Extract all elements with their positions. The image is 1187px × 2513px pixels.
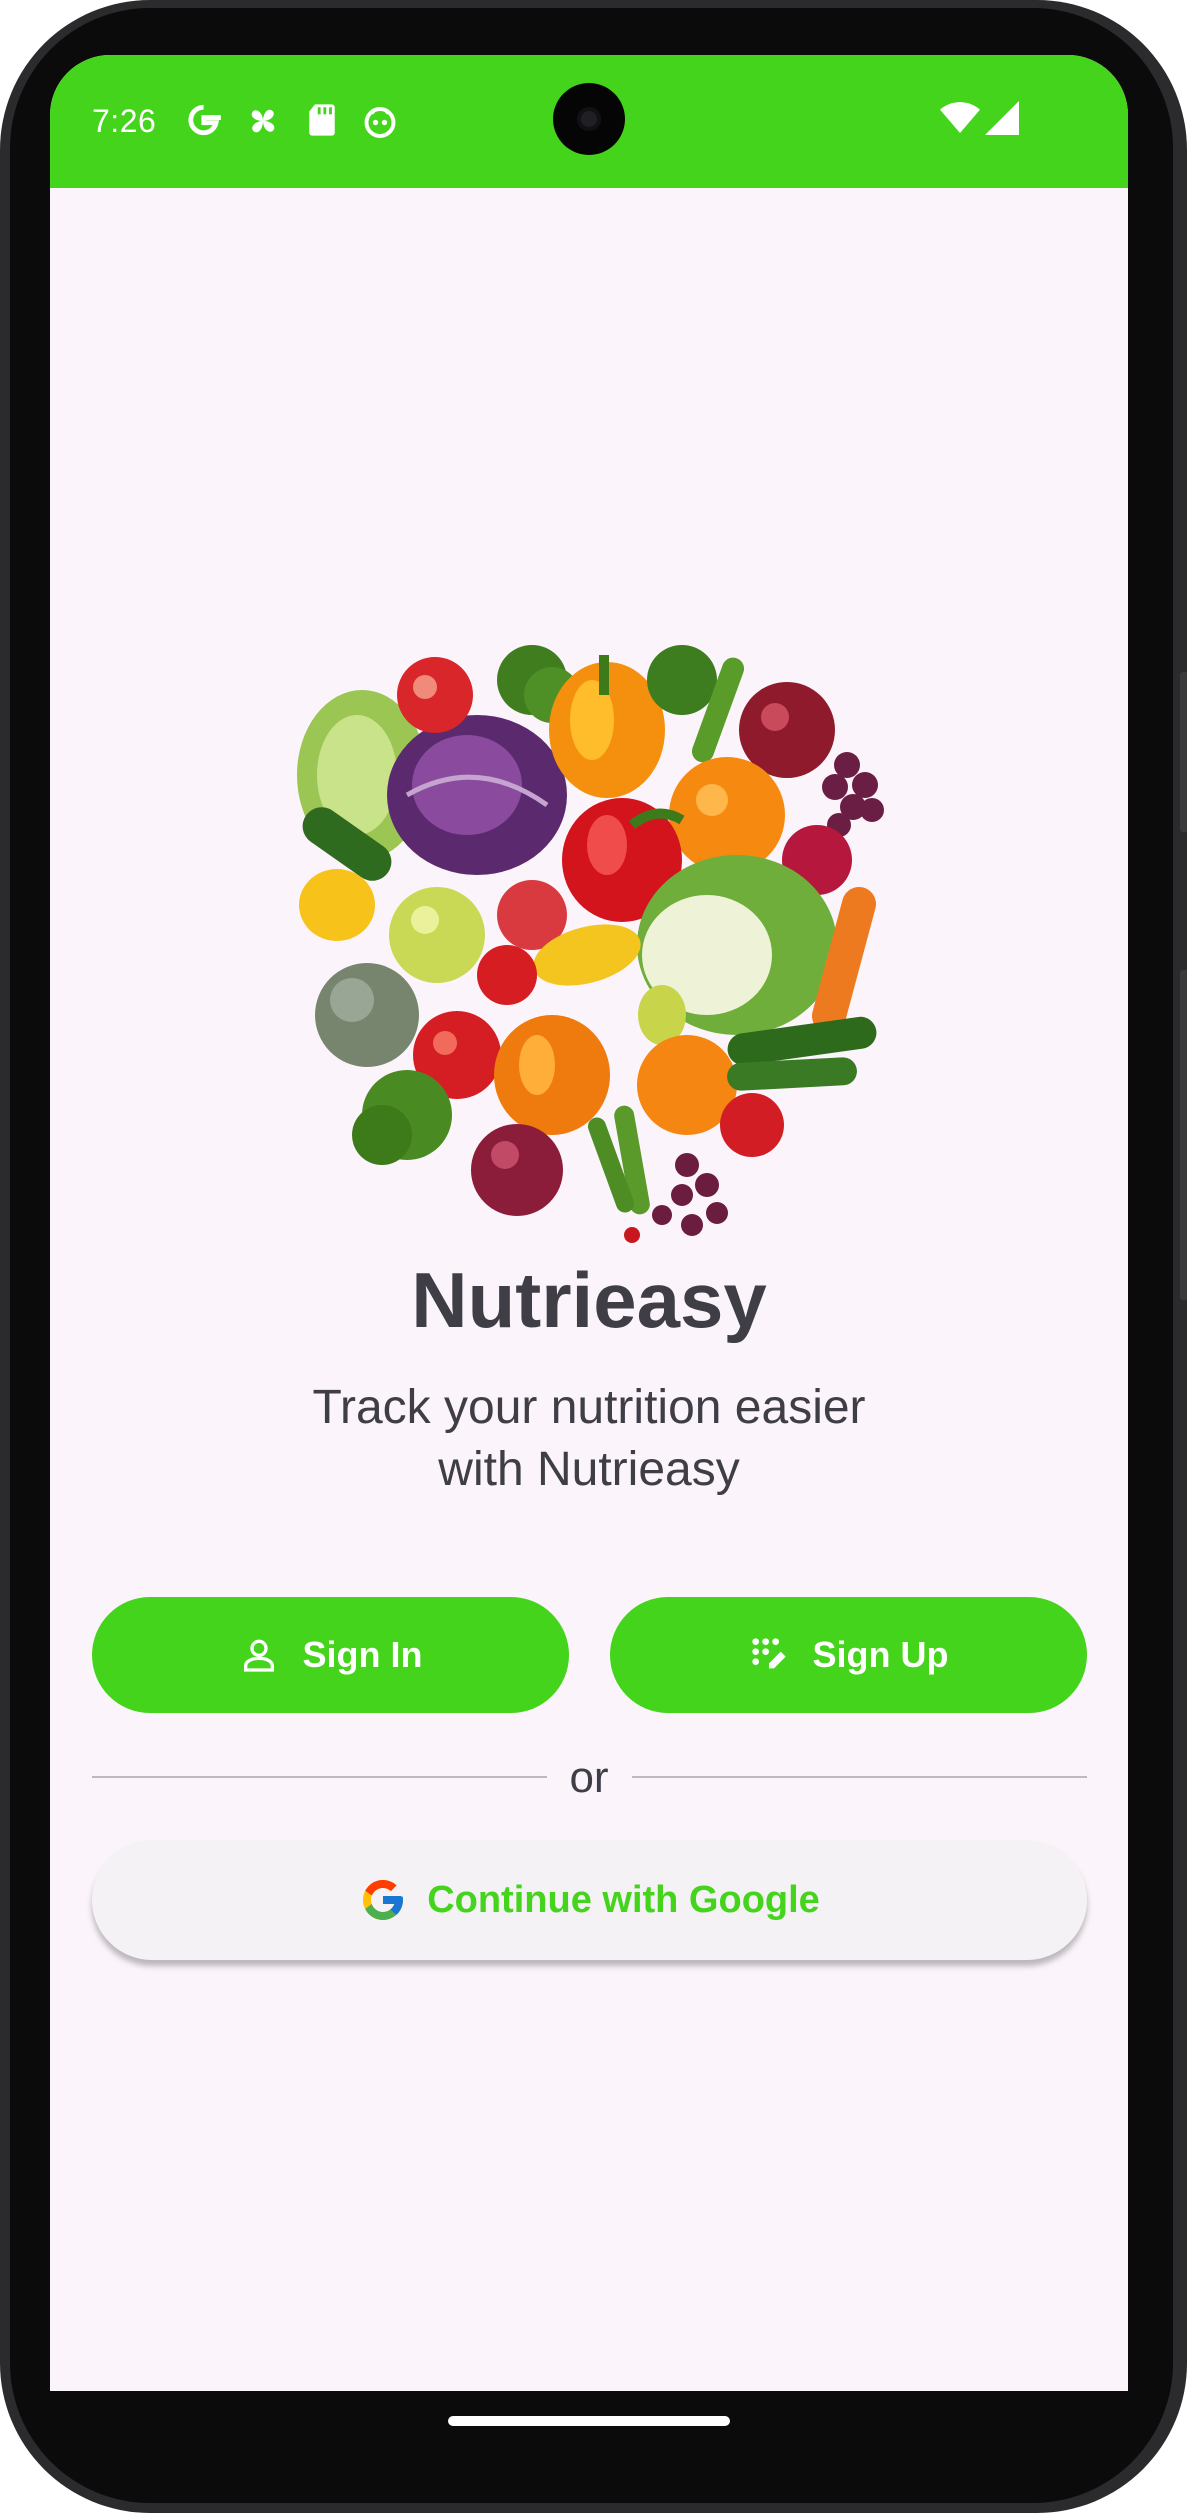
vegetables-illustration bbox=[297, 645, 884, 1243]
front-camera bbox=[553, 83, 625, 155]
volume-button bbox=[1180, 672, 1187, 832]
app-title: Nutrieasy bbox=[411, 1256, 767, 1344]
google-g-icon bbox=[188, 104, 221, 136]
sign-up-label: Sign Up bbox=[812, 1634, 949, 1675]
status-bar: 7:26 bbox=[50, 55, 1128, 188]
person-icon bbox=[243, 1639, 274, 1672]
google-logo-icon bbox=[363, 1880, 404, 1920]
sign-in-label: Sign In bbox=[302, 1634, 423, 1675]
screen: 7:26 Nutrieasy Track your nutrition easi… bbox=[50, 55, 1128, 2391]
home-indicator[interactable] bbox=[448, 2416, 730, 2426]
pinwheel-icon bbox=[251, 109, 275, 133]
app-tagline: Track your nutrition easier with Nutriea… bbox=[50, 1377, 1128, 1501]
dots-pencil-icon bbox=[751, 1638, 786, 1669]
sign-up-button[interactable]: Sign Up bbox=[610, 1597, 1087, 1713]
wifi-icon bbox=[940, 102, 980, 133]
divider-or-text: or bbox=[569, 1753, 609, 1802]
android-face-icon bbox=[364, 107, 396, 138]
google-button-label: Continue with Google bbox=[427, 1878, 820, 1921]
tagline-line-1: Track your nutrition easier bbox=[312, 1381, 866, 1434]
cellular-signal-icon bbox=[985, 101, 1019, 135]
status-time: 7:26 bbox=[92, 103, 157, 139]
power-button bbox=[1180, 970, 1187, 1300]
tagline-line-2: with Nutrieasy bbox=[438, 1443, 740, 1496]
continue-with-google-button[interactable]: Continue with Google bbox=[92, 1840, 1087, 1960]
sd-card-icon bbox=[309, 104, 335, 136]
sign-in-button[interactable]: Sign In bbox=[92, 1597, 569, 1713]
phone-frame: 7:26 Nutrieasy Track your nutrition easi… bbox=[0, 0, 1187, 2513]
